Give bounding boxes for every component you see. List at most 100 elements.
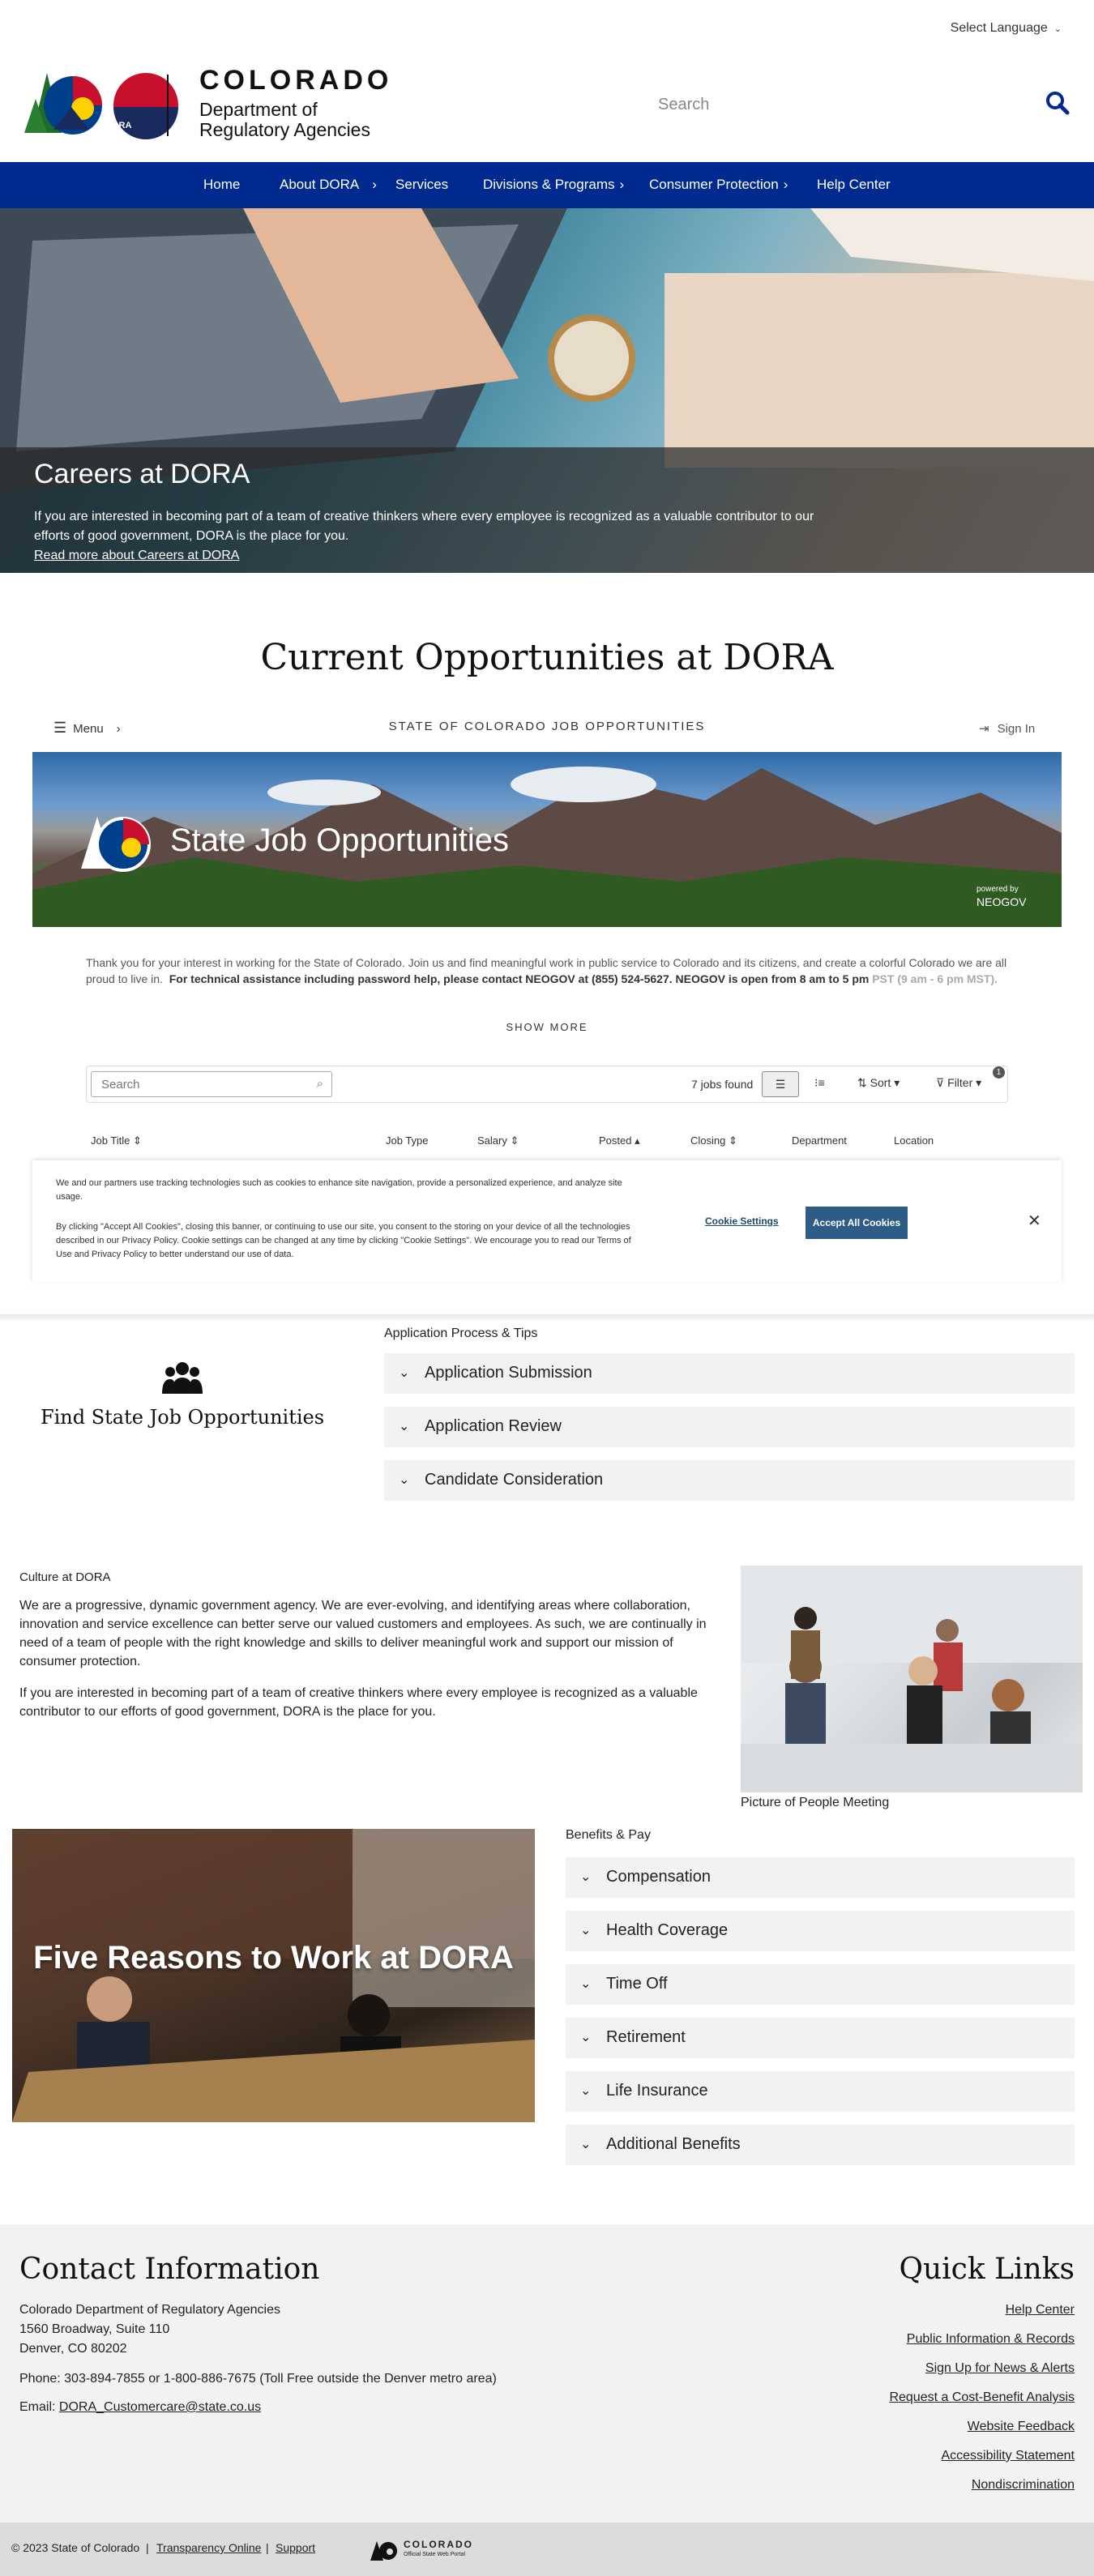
accordion-candidate-consideration[interactable]: ⌄ Candidate Consideration [384,1460,1075,1501]
link-help-center[interactable]: Help Center [1006,2303,1075,2318]
chevron-down-icon: ⌄ [580,2084,592,2098]
cookie-settings-button[interactable]: Cookie Settings [705,1215,779,1227]
contact-email: Email: DORA_Customercare@state.co.us [19,2400,261,2415]
quick-links-heading: Quick Links [899,2253,1075,2286]
nav-consumer-protection[interactable]: Consumer Protection › [649,177,788,193]
chevron-down-icon: ⌄ [580,2031,592,2044]
contact-address-1: 1560 Broadway, Suite 110 [19,2322,170,2336]
accordion-application-review[interactable]: ⌄ Application Review [384,1407,1075,1447]
search-icon [1046,92,1070,115]
accordion-label: Candidate Consideration [425,1471,604,1489]
filter-count-badge: 1 [993,1066,1005,1079]
culture-heading: Culture at DORA [19,1570,111,1584]
col-closing[interactable]: Closing ⇕ [690,1134,737,1147]
image-caption: Picture of People Meeting [741,1796,890,1809]
chevron-down-icon: ⌄ [399,1420,410,1433]
accordion-additional-benefits[interactable]: ⌄ Additional Benefits [566,2125,1075,2165]
sort-button[interactable]: ⇅ Sort ▾ [857,1076,900,1090]
nav-about-dora[interactable]: About DORA › [280,177,377,193]
state-logo-icon [81,817,151,872]
nav-help-center[interactable]: Help Center [817,177,891,193]
link-cost-benefit[interactable]: Request a Cost-Benefit Analysis [889,2390,1075,2405]
link-nondiscrimination[interactable]: Nondiscrimination [972,2478,1075,2493]
grid-icon: ⁝≡ [814,1076,825,1089]
sign-in-label: Sign In [997,722,1036,736]
col-department[interactable]: Department [792,1134,847,1147]
chevron-down-icon: ⌄ [399,1366,410,1380]
link-news-alerts[interactable]: Sign Up for News & Alerts [925,2361,1075,2376]
list-view-button[interactable]: ☰ [762,1071,799,1097]
hero-title: Careers at DORA [34,459,250,489]
accordion-label: Time Off [606,1975,668,1993]
col-job-title[interactable]: Job Title ⇕ [91,1134,142,1147]
chevron-right-icon: › [619,177,625,192]
sign-in-icon: ⇥ [979,722,989,736]
contact-address-2: Denver, CO 80202 [19,2342,127,2356]
accordion-compensation[interactable]: ⌄ Compensation [566,1857,1075,1898]
accordion-label: Additional Benefits [606,2135,741,2153]
chevron-right-icon: › [372,177,377,192]
accordion-label: Application Review [425,1417,562,1435]
card-view-button[interactable]: ⁝≡ [814,1076,825,1090]
find-jobs-title[interactable]: Find State Job Opportunities [0,1406,365,1429]
cookie-text-2: By clicking "Accept All Cookies", closin… [56,1222,631,1259]
col-location[interactable]: Location [894,1134,934,1147]
accordion-time-off[interactable]: ⌄ Time Off [566,1964,1075,2005]
accept-cookies-button[interactable]: Accept All Cookies [806,1207,908,1239]
list-icon: ☰ [775,1078,786,1091]
language-selector[interactable]: Select Language ⌄ [951,21,1062,36]
contact-phone: Phone: 303-894-7855 or 1-800-886-7675 (T… [19,2372,497,2386]
job-search-placeholder: Search [101,1078,140,1091]
filter-label: Filter [947,1076,973,1089]
accordion-life-insurance[interactable]: ⌄ Life Insurance [566,2071,1075,2112]
separator: | [266,2541,269,2554]
show-more-button[interactable]: SHOW MORE [0,1021,1094,1033]
nav-services[interactable]: Services [395,177,448,193]
link-accessibility[interactable]: Accessibility Statement [941,2449,1075,2463]
powered-by: powered by [976,885,1019,894]
close-icon[interactable]: ✕ [1028,1211,1041,1231]
col-posted[interactable]: Posted ▴ [599,1134,640,1147]
five-reasons-title: Five Reasons to Work at DORA [33,1940,514,1976]
intro-bold: For technical assistance including passw… [169,972,870,985]
col-label: Posted [599,1134,632,1147]
search-icon: ⌕ [316,1077,323,1091]
email-link[interactable]: DORA_Customercare@state.co.us [59,2400,261,2414]
accordion-application-submission[interactable]: ⌄ Application Submission [384,1353,1075,1394]
transparency-link[interactable]: Transparency Online [156,2541,261,2554]
nav-divisions-programs[interactable]: Divisions & Programs › [483,177,624,193]
link-website-feedback[interactable]: Website Feedback [968,2420,1075,2434]
process-heading: Application Process & Tips [384,1326,538,1340]
col-job-type[interactable]: Job Type [386,1134,429,1147]
portal-sub: Official State Web Portal [404,2552,465,2557]
intro-faded: PST (9 am - 6 pm MST). [872,972,998,985]
sort-label: Sort [870,1076,891,1089]
link-public-information[interactable]: Public Information & Records [907,2332,1075,2347]
col-label: Closing [690,1134,726,1147]
job-search-input[interactable]: Search ⌕ [91,1071,332,1097]
banner-title: State Job Opportunities [170,822,510,858]
chevron-down-icon: ⌄ [580,2138,592,2151]
contact-org: Colorado Department of Regulatory Agenci… [19,2303,280,2317]
sign-in-button[interactable]: ⇥ Sign In [979,721,1035,736]
col-salary[interactable]: Salary ⇕ [477,1134,519,1147]
support-link[interactable]: Support [276,2541,315,2554]
search-button[interactable] [1045,91,1070,115]
chevron-down-icon: ⌄ [580,1924,592,1937]
email-label: Email: [19,2400,56,2414]
careers-link[interactable]: Read more about Careers at DORA [34,549,239,563]
language-label: Select Language [950,21,1048,35]
search-input[interactable]: Search [658,96,709,114]
logo-badge: DORA [105,121,132,130]
col-label: Salary [477,1134,507,1147]
chevron-down-icon: ⌄ [399,1473,410,1487]
accordion-health-coverage[interactable]: ⌄ Health Coverage [566,1911,1075,1951]
accordion-retirement[interactable]: ⌄ Retirement [566,2018,1075,2058]
nav-home[interactable]: Home [203,177,240,193]
accordion-label: Application Submission [425,1364,592,1382]
people-icon [162,1362,203,1394]
portal-name: COLORADO [404,2539,473,2550]
main-nav: Home About DORA › Services Divisions & Pr… [0,162,1094,208]
filter-button[interactable]: ⊽ Filter ▾ [936,1076,981,1090]
copyright: © 2023 State of Colorado [11,2541,140,2554]
